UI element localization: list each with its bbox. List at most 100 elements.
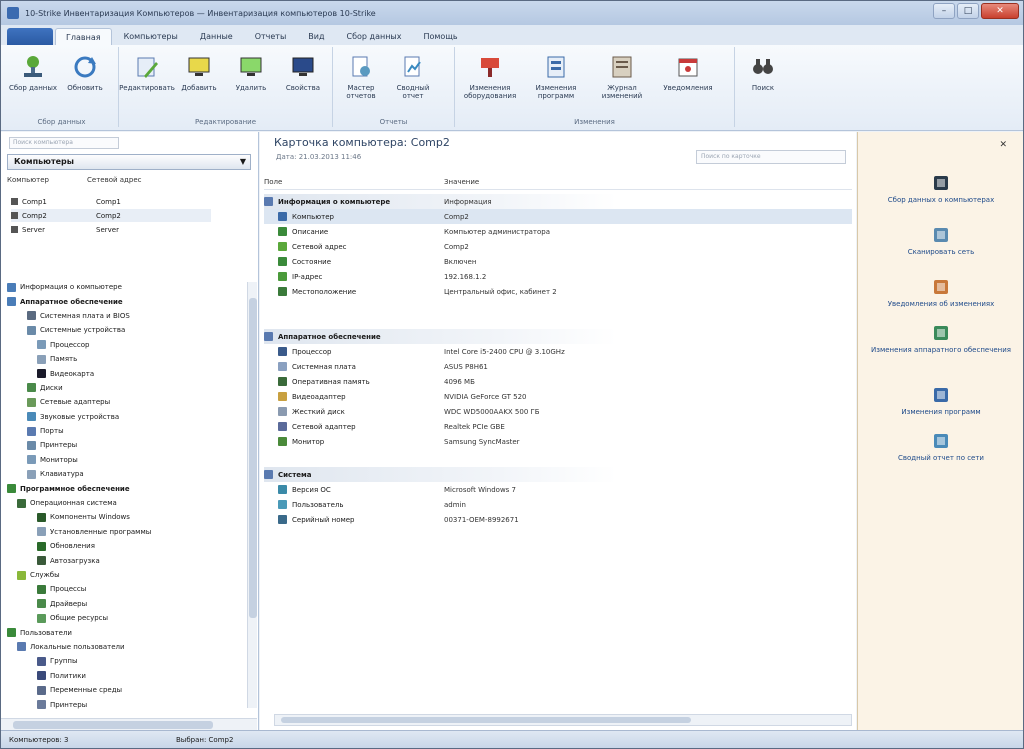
tree-node[interactable]: Сетевые адаптеры [7, 395, 247, 409]
collect-data-button[interactable]: Сбор данных [7, 49, 59, 113]
tree-node[interactable]: Операционная система [7, 496, 247, 510]
tree-vertical-scrollbar[interactable] [247, 282, 257, 708]
table-row[interactable]: Версия ОС Microsoft Windows 7 [264, 482, 852, 497]
card-search-input[interactable]: Поиск по карточке [696, 150, 846, 164]
maximize-button[interactable]: □ [957, 3, 979, 19]
tab-computers[interactable]: Компьютеры [114, 28, 188, 45]
change-log-button[interactable]: Журнал изменений [589, 49, 655, 113]
table-row[interactable]: Системная плата ASUS P8H61 [264, 359, 852, 374]
tree-node[interactable]: Принтеры [7, 697, 247, 711]
table-row[interactable]: Компьютер Comp2 [264, 209, 852, 224]
tree-node[interactable]: Пользователи [7, 625, 247, 639]
tree-node[interactable]: Порты [7, 424, 247, 438]
task-link[interactable]: Сводный отчет по сети [866, 432, 1016, 462]
column-computer[interactable]: Компьютер [7, 176, 87, 190]
task-link[interactable]: Сбор данных о компьютерах [866, 174, 1016, 204]
tree-node-label: Видеокарта [50, 369, 95, 378]
tree-node[interactable]: Звуковые устройства [7, 410, 247, 424]
task-link[interactable]: Уведомления об изменениях [866, 278, 1016, 308]
tree-node[interactable]: Диски [7, 381, 247, 395]
tree-node[interactable]: Группы [7, 654, 247, 668]
tree-node[interactable]: Аппаратное обеспечение [7, 294, 247, 308]
table-row[interactable]: Местоположение Центральный офис, кабинет … [264, 284, 852, 299]
tree-node[interactable]: Процессор [7, 338, 247, 352]
tree-node[interactable]: Локальные пользователи [7, 640, 247, 654]
notifications-button[interactable]: Уведомления [655, 49, 721, 113]
tree-node[interactable]: Системная плата и BIOS [7, 309, 247, 323]
tab-data[interactable]: Данные [190, 28, 243, 45]
column-value[interactable]: Значение [444, 178, 479, 189]
table-row[interactable]: Описание Компьютер администратора [264, 224, 852, 239]
section-header[interactable]: Информация о компьютере Информация [264, 194, 852, 209]
table-row[interactable]: Comp1 Comp1 [11, 195, 211, 208]
hardware-changes-button[interactable]: Изменения оборудования [457, 49, 523, 113]
scroll-thumb[interactable] [13, 721, 213, 729]
tab-collect[interactable]: Сбор данных [337, 28, 412, 45]
properties-button[interactable]: Свойства [277, 49, 329, 113]
tree-node[interactable]: Клавиатура [7, 467, 247, 481]
tree-node[interactable]: Мониторы [7, 453, 247, 467]
section-header[interactable]: Система [264, 467, 852, 482]
table-row[interactable]: Состояние Включен [264, 254, 852, 269]
tree-node[interactable]: Программное обеспечение [7, 481, 247, 495]
edit-button[interactable]: Редактировать [119, 49, 175, 113]
table-row[interactable]: Сетевой адаптер Realtek PCIe GBE [264, 419, 852, 434]
tree-horizontal-scrollbar[interactable] [1, 718, 257, 730]
file-tab[interactable] [7, 28, 53, 45]
tree-node[interactable]: Системные устройства [7, 323, 247, 337]
close-panel-icon[interactable]: ✕ [999, 140, 1007, 150]
table-row[interactable]: Серийный номер 00371-OEM-8992671 [264, 512, 852, 527]
tab-home[interactable]: Главная [55, 28, 112, 45]
task-link[interactable]: Изменения аппаратного обеспечения [866, 324, 1016, 354]
report-wizard-button[interactable]: Мастер отчетов [335, 49, 387, 113]
tree-node[interactable]: Автозагрузка [7, 553, 247, 567]
task-link[interactable]: Изменения программ [866, 386, 1016, 416]
scroll-thumb[interactable] [281, 717, 691, 723]
tab-help[interactable]: Помощь [413, 28, 467, 45]
table-row[interactable]: Comp2 Comp2 [11, 209, 211, 222]
table-row[interactable]: Оперативная память 4096 МБ [264, 374, 852, 389]
tree-node[interactable]: Информация о компьютере [7, 280, 247, 294]
table-row[interactable]: Монитор Samsung SyncMaster [264, 434, 852, 449]
table-row[interactable]: Сетевой адрес Comp2 [264, 239, 852, 254]
details-horizontal-scrollbar[interactable] [274, 714, 852, 726]
tree-node-label: Локальные пользователи [30, 642, 125, 651]
table-row[interactable]: Процессор Intel Core i5-2400 CPU @ 3.10GH… [264, 344, 852, 359]
scroll-thumb[interactable] [249, 298, 257, 618]
delete-button[interactable]: Удалить [225, 49, 277, 113]
tree-node[interactable]: Процессы [7, 582, 247, 596]
computer-search-input[interactable]: Поиск компьютера [9, 137, 119, 149]
minimize-button[interactable]: – [933, 3, 955, 19]
tab-reports[interactable]: Отчеты [245, 28, 297, 45]
software-changes-button[interactable]: Изменения программ [523, 49, 589, 113]
tree-node[interactable]: Драйверы [7, 597, 247, 611]
find-button[interactable]: Поиск [737, 49, 789, 113]
tree-node[interactable]: Установленные программы [7, 525, 247, 539]
tree-node-icon [37, 671, 46, 681]
table-row[interactable]: Server Server [11, 223, 211, 236]
tree-node[interactable]: Переменные среды [7, 683, 247, 697]
table-row[interactable]: IP-адрес 192.168.1.2 [264, 269, 852, 284]
group-combo[interactable]: Компьютеры ▼ [7, 154, 251, 170]
table-row[interactable]: Видеоадаптер NVIDIA GeForce GT 520 [264, 389, 852, 404]
add-button[interactable]: Добавить [173, 49, 225, 113]
section-header[interactable]: Аппаратное обеспечение [264, 329, 852, 344]
tree-node[interactable]: Память [7, 352, 247, 366]
column-address[interactable]: Сетевой адрес [87, 176, 167, 190]
tree-node[interactable]: Обновления [7, 539, 247, 553]
tree-node[interactable]: Общие ресурсы [7, 611, 247, 625]
collect-data-label: Сбор данных [8, 84, 58, 92]
column-field[interactable]: Поле [264, 178, 444, 189]
tree-node[interactable]: Принтеры [7, 438, 247, 452]
close-button[interactable]: ✕ [981, 3, 1019, 19]
tree-node[interactable]: Политики [7, 669, 247, 683]
refresh-button[interactable]: Обновить [59, 49, 111, 113]
tree-node[interactable]: Видеокарта [7, 366, 247, 380]
table-row[interactable]: Жесткий диск WDC WD5000AAKX 500 ГБ [264, 404, 852, 419]
summary-report-button[interactable]: Сводный отчет [387, 49, 439, 113]
tree-node[interactable]: Службы [7, 568, 247, 582]
task-link[interactable]: Сканировать сеть [866, 226, 1016, 256]
tab-view[interactable]: Вид [298, 28, 334, 45]
table-row[interactable]: Пользователь admin [264, 497, 852, 512]
tree-node[interactable]: Компоненты Windows [7, 510, 247, 524]
